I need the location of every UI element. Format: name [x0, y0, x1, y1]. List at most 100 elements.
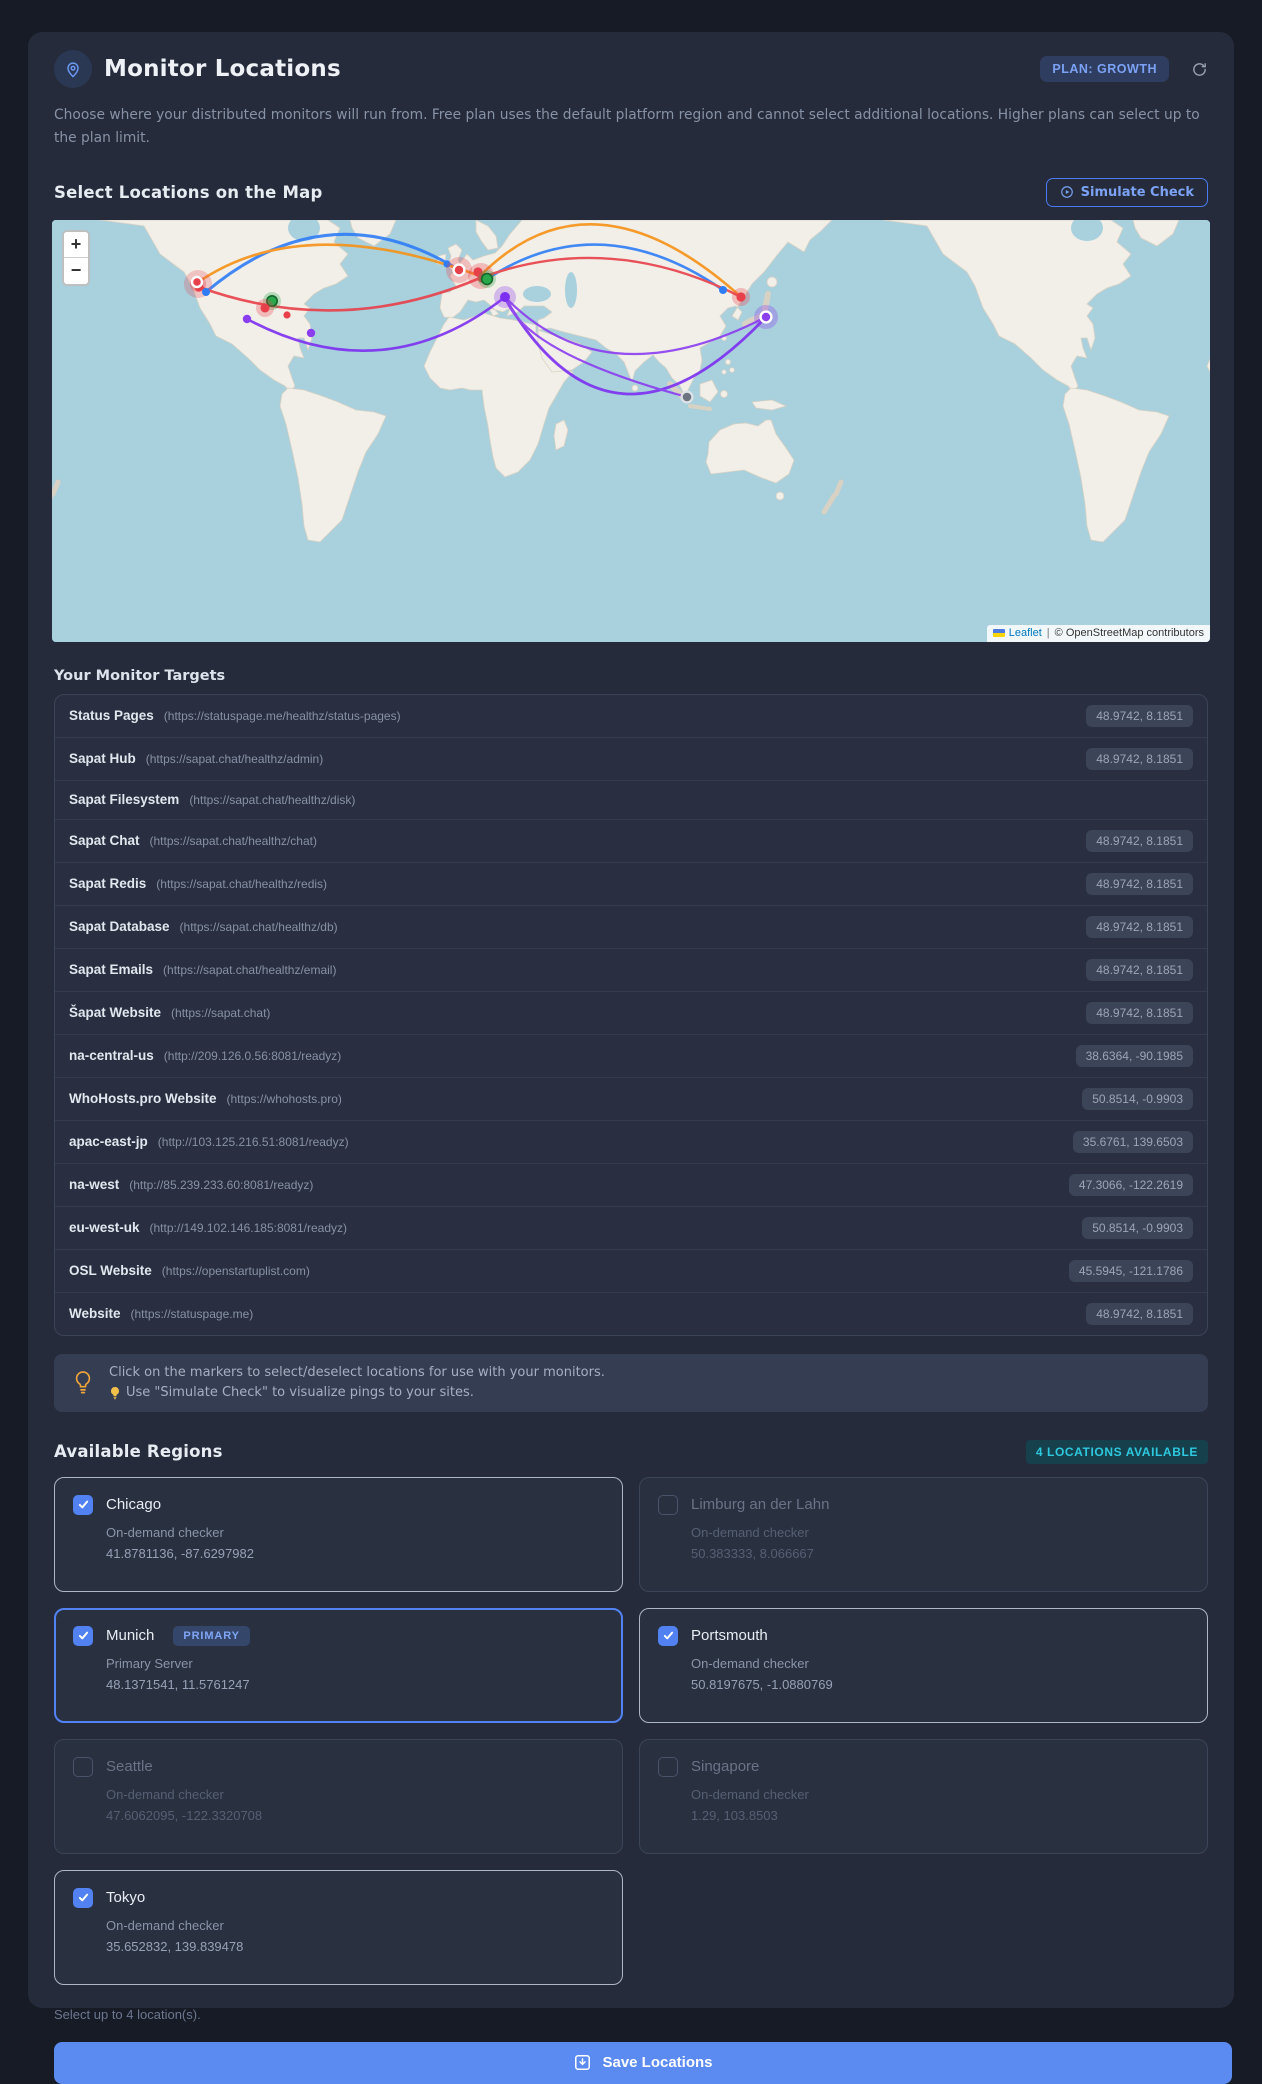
- simulate-check-button[interactable]: Simulate Check: [1045, 177, 1208, 207]
- region-subtitle: On-demand checker: [691, 1524, 809, 1540]
- ukraine-flag-icon: [992, 628, 1005, 637]
- lightbulb-icon: [75, 1370, 91, 1394]
- target-row: WhoHosts.pro Website (https://whohosts.p…: [55, 1076, 1207, 1120]
- tip-line1: Click on the markers to select/deselect …: [109, 1364, 605, 1380]
- target-coords-badge: 48.9742, 8.1851: [1086, 872, 1193, 895]
- region-checkbox[interactable]: [73, 1887, 93, 1908]
- target-url: (https://sapat.chat): [171, 1005, 271, 1020]
- target-coords-badge: 50.8514, -0.9903: [1082, 1216, 1193, 1239]
- tip-box: Click on the markers to select/deselect …: [54, 1353, 1208, 1412]
- ping-particle-purple: [306, 328, 316, 337]
- region-checkbox[interactable]: [73, 1756, 93, 1777]
- leaflet-link[interactable]: Leaflet: [1009, 627, 1042, 639]
- region-coordinates: 47.6062095, -122.3320708: [106, 1807, 263, 1823]
- ping-particle-red: [283, 310, 291, 319]
- region-card[interactable]: Limburg an der Lahn On-demand checker 50…: [639, 1476, 1208, 1592]
- marker-na-central-us: [256, 298, 274, 317]
- check-icon: [78, 1893, 88, 1902]
- target-row: Sapat Chat (https://sapat.chat/healthz/c…: [55, 818, 1207, 862]
- region-card[interactable]: Seattle On-demand checker 47.6062095, -1…: [54, 1738, 623, 1854]
- check-icon: [78, 1631, 88, 1640]
- marker-apac-east-jp: [732, 287, 750, 306]
- simulate-check-label: Simulate Check: [1080, 184, 1194, 200]
- check-icon: [663, 1631, 673, 1640]
- target-row: Sapat Filesystem (https://sapat.chat/hea…: [55, 779, 1207, 819]
- zoom-out-button[interactable]: −: [64, 257, 88, 284]
- region-checkbox[interactable]: [658, 1756, 678, 1777]
- region-card[interactable]: Singapore On-demand checker 1.29, 103.85…: [639, 1738, 1208, 1854]
- target-name: apac-east-jp: [69, 1134, 148, 1149]
- page-description: Choose where your distributed monitors w…: [54, 107, 1200, 146]
- region-checkbox[interactable]: [658, 1494, 678, 1515]
- target-name: Website: [69, 1306, 121, 1321]
- region-name: Limburg an der Lahn: [691, 1496, 830, 1514]
- region-card-header: Portsmouth: [658, 1625, 1189, 1646]
- tip-line2: Use "Simulate Check" to visualize pings …: [126, 1384, 474, 1400]
- lightbulb-small-icon: [110, 1386, 120, 1399]
- primary-badge: PRIMARY: [173, 1625, 250, 1646]
- check-icon: [78, 1500, 88, 1509]
- target-url: (https://sapat.chat/healthz/email): [163, 962, 337, 977]
- region-card-header: Tokyo: [73, 1887, 604, 1908]
- regions-grid: Chicago On-demand checker 41.8781136, -8…: [54, 1476, 1208, 1985]
- target-name: Šapat Website: [69, 1005, 162, 1020]
- region-coordinates: 1.29, 103.8503: [691, 1807, 778, 1823]
- save-locations-label: Save Locations: [602, 2053, 713, 2071]
- target-url: (http://85.239.233.60:8081/readyz): [129, 1177, 314, 1192]
- map-canvas: [52, 219, 1210, 642]
- region-subtitle: On-demand checker: [691, 1786, 809, 1802]
- target-row: eu-west-uk (http://149.102.146.185:8081/…: [55, 1205, 1207, 1249]
- target-name: na-central-us: [69, 1048, 154, 1063]
- target-url: (https://sapat.chat/healthz/redis): [156, 876, 328, 891]
- targets-heading: Your Monitor Targets: [54, 667, 226, 684]
- target-url: (https://sapat.chat/healthz/db): [179, 919, 338, 934]
- target-name: Sapat Filesystem: [69, 792, 180, 807]
- selection-limit-note: Select up to 4 location(s).: [54, 2006, 201, 2022]
- region-subtitle: On-demand checker: [106, 1524, 224, 1540]
- region-name: Singapore: [691, 1758, 760, 1776]
- target-url: (https://sapat.chat/healthz/chat): [149, 833, 317, 848]
- region-checkbox[interactable]: [73, 1625, 93, 1646]
- region-checkbox[interactable]: [73, 1494, 93, 1515]
- target-coords-badge: 35.6761, 139.6503: [1072, 1130, 1193, 1153]
- save-locations-button[interactable]: Save Locations: [54, 2041, 1232, 2084]
- region-name: Munich: [106, 1627, 155, 1645]
- region-coordinates: 35.652832, 139.839478: [106, 1938, 244, 1954]
- marker-na-west-cluster: [184, 269, 212, 298]
- target-name: WhoHosts.pro Website: [69, 1091, 217, 1106]
- region-card[interactable]: Tokyo On-demand checker 35.652832, 139.8…: [54, 1869, 623, 1985]
- zoom-in-button[interactable]: +: [64, 231, 88, 258]
- target-url: (https://statuspage.me): [130, 1306, 254, 1321]
- osm-attribution[interactable]: © OpenStreetMap contributors: [1055, 627, 1204, 639]
- target-row: Šapat Website (https://sapat.chat) 48.97…: [55, 990, 1207, 1034]
- ping-particle-purple: [242, 314, 252, 323]
- region-card-header: Seattle: [73, 1756, 604, 1777]
- marker-portsmouth: [446, 256, 472, 283]
- target-url: (http://149.102.146.185:8081/readyz): [149, 1220, 347, 1235]
- region-card[interactable]: Portsmouth On-demand checker 50.8197675,…: [639, 1607, 1208, 1723]
- target-coords-badge: 45.5945, -121.1786: [1068, 1259, 1193, 1282]
- target-coords-badge: 48.9742, 8.1851: [1086, 1001, 1193, 1024]
- region-name: Seattle: [106, 1758, 153, 1776]
- target-row: Sapat Database (https://sapat.chat/healt…: [55, 904, 1207, 948]
- region-card-header: Chicago: [73, 1494, 604, 1515]
- target-name: Sapat Database: [69, 919, 170, 934]
- target-row: na-central-us (http://209.126.0.56:8081/…: [55, 1033, 1207, 1077]
- region-card-header: Munich PRIMARY: [73, 1625, 604, 1646]
- region-card[interactable]: Munich PRIMARY Primary Server 48.1371541…: [54, 1607, 623, 1723]
- refresh-icon[interactable]: [1191, 61, 1208, 78]
- target-coords-badge: 48.9742, 8.1851: [1086, 829, 1193, 852]
- region-card[interactable]: Chicago On-demand checker 41.8781136, -8…: [54, 1476, 623, 1592]
- target-coords-badge: 48.9742, 8.1851: [1086, 1302, 1193, 1325]
- world-map[interactable]: + − Leaflet | © OpenStreetMap contributo…: [52, 219, 1210, 642]
- target-coords-badge: 48.9742, 8.1851: [1086, 747, 1193, 770]
- target-name: Sapat Redis: [69, 876, 147, 891]
- region-coordinates: 41.8781136, -87.6297982: [106, 1545, 254, 1561]
- region-checkbox[interactable]: [658, 1625, 678, 1646]
- target-coords-badge: 48.9742, 8.1851: [1086, 704, 1193, 727]
- target-url: (https://sapat.chat/healthz/admin): [145, 751, 324, 766]
- target-row: Sapat Redis (https://sapat.chat/healthz/…: [55, 861, 1207, 905]
- region-coordinates: 50.8197675, -1.0880769: [691, 1676, 833, 1692]
- target-coords-badge: 48.9742, 8.1851: [1086, 915, 1193, 938]
- map-section-title: Select Locations on the Map: [54, 182, 323, 202]
